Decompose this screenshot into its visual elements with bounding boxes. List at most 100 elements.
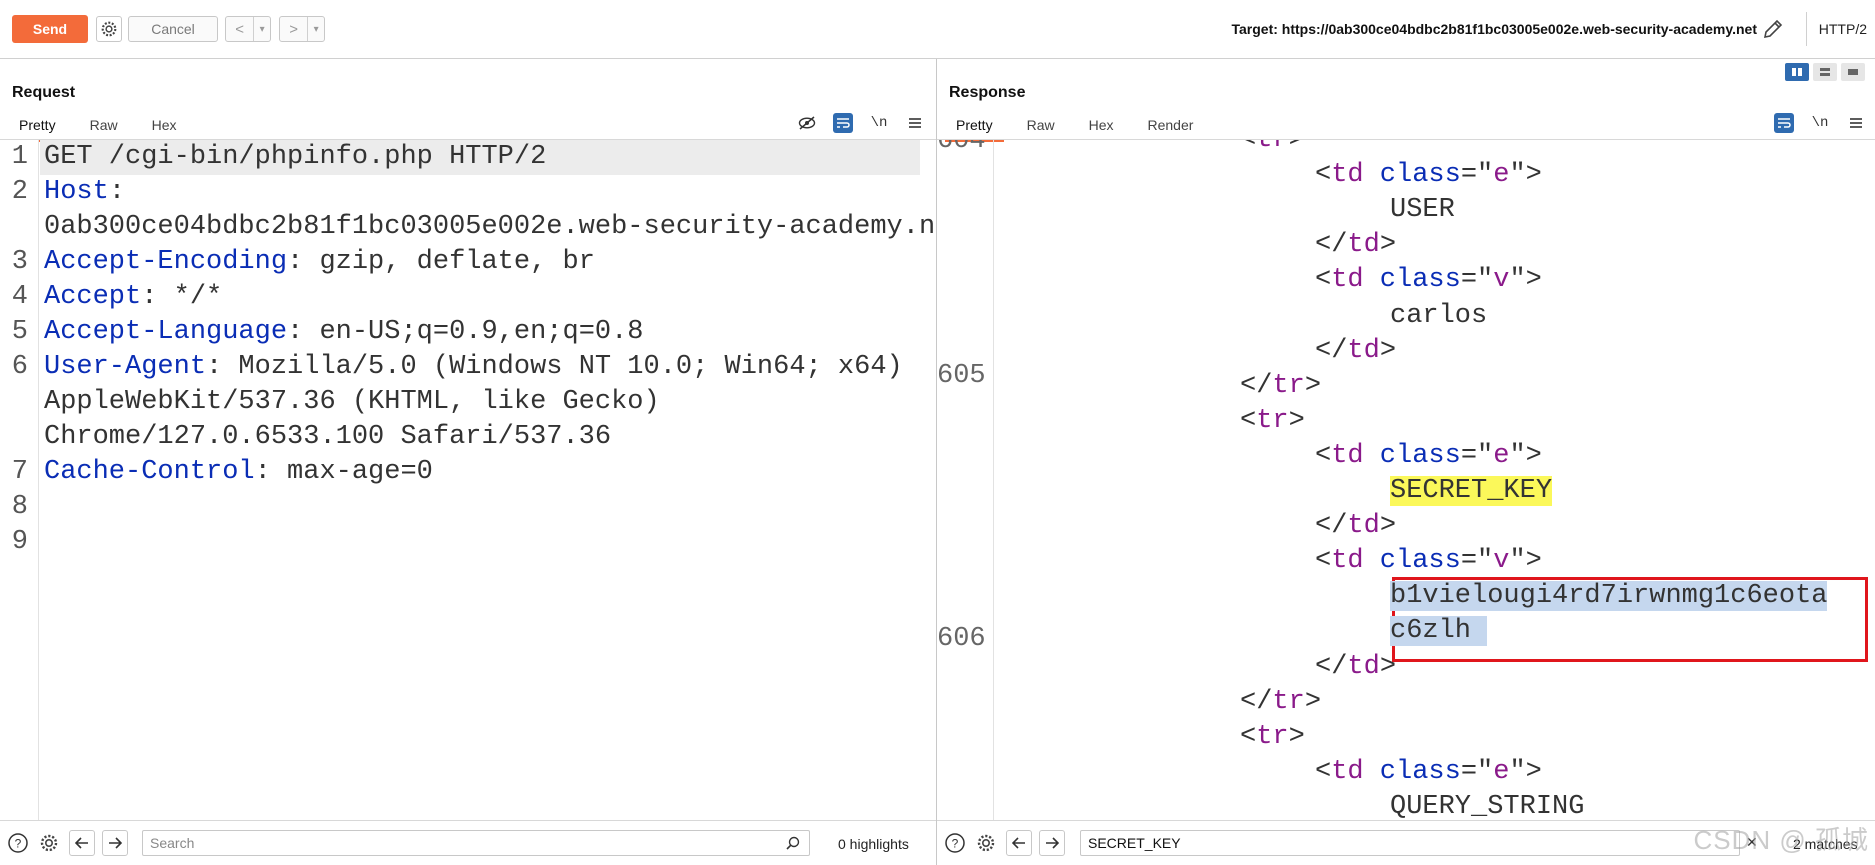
- response-editor[interactable]: 604 605 606 <tr> <td class="e"> USER </td> <…: [937, 140, 1875, 821]
- code-token: </: [1315, 230, 1348, 261]
- forward-nav-group: > ▾: [279, 16, 325, 42]
- next-match-button[interactable]: [102, 830, 128, 856]
- code-line: <td class="v">: [1315, 544, 1542, 579]
- settings-gear-button[interactable]: [96, 16, 122, 42]
- back-button[interactable]: <: [226, 17, 255, 41]
- code-line: Accept-Encoding: gzip, deflate, br: [44, 245, 595, 280]
- code-token: class: [1363, 440, 1461, 471]
- hide-eye-icon[interactable]: [797, 113, 817, 133]
- forward-button[interactable]: >: [280, 17, 309, 41]
- layout-tabs-icon[interactable]: [1841, 63, 1865, 81]
- request-gutter: 1 2 3 4 5 6 7 8 9: [0, 140, 39, 821]
- previous-match-button[interactable]: [69, 830, 95, 856]
- layout-side-by-side-icon[interactable]: [1785, 63, 1809, 81]
- wrap-lines-icon[interactable]: [833, 113, 853, 133]
- code-token: >: [1379, 230, 1397, 261]
- code-token: =": [1460, 756, 1494, 787]
- code-token: carlos: [1390, 300, 1488, 331]
- layout-stacked-icon[interactable]: [1813, 63, 1837, 81]
- header-name: Accept-Language: [44, 317, 288, 347]
- next-match-button[interactable]: [1039, 830, 1065, 856]
- cancel-button[interactable]: Cancel: [128, 16, 218, 42]
- edit-target-pencil-icon[interactable]: [1761, 17, 1785, 41]
- code-token: <: [1240, 405, 1257, 436]
- code-text: : Mozilla/5.0 (Windows NT 10.0; Win64; x…: [206, 352, 903, 382]
- code-token: td: [1347, 511, 1380, 542]
- request-tab-hex[interactable]: Hex: [141, 111, 188, 142]
- request-tab-raw[interactable]: Raw: [79, 111, 129, 142]
- code-token: >: [1379, 511, 1397, 542]
- forward-history-dropdown-icon[interactable]: ▾: [308, 17, 324, 41]
- http-protocol-label[interactable]: HTTP/2: [1819, 21, 1867, 37]
- watermark: CSDN @ 孤城: [1693, 825, 1869, 855]
- highlights-count: 0 highlights: [838, 836, 909, 852]
- code-line: </td>: [1315, 509, 1396, 544]
- code-line: Chrome/127.0.6533.100 Safari/537.36: [44, 420, 611, 455]
- code-line: GET /cgi-bin/phpinfo.php HTTP/2: [40, 140, 920, 175]
- code-token: v: [1493, 265, 1510, 296]
- search-settings-gear-icon[interactable]: [974, 831, 998, 855]
- code-token: td: [1331, 440, 1364, 471]
- request-editor[interactable]: 1 2 3 4 5 6 7 8 9 GET /cgi-bin/phpinfo.php HTTP/…: [0, 140, 936, 821]
- menu-icon[interactable]: [1846, 113, 1866, 133]
- code-token: <: [1315, 440, 1332, 471]
- code-token: <: [1315, 546, 1332, 577]
- response-tabs: Pretty Raw Hex Render: [945, 111, 1216, 142]
- code-token: e: [1493, 160, 1510, 191]
- code-token: >: [1288, 140, 1305, 155]
- wrap-lines-icon[interactable]: [1774, 113, 1794, 133]
- header-name: Accept: [44, 282, 142, 312]
- response-tab-raw[interactable]: Raw: [1016, 111, 1066, 142]
- code-line: </tr>: [1240, 685, 1321, 720]
- code-token: class: [1363, 265, 1461, 296]
- help-icon[interactable]: ?: [6, 831, 30, 855]
- svg-text:?: ?: [952, 837, 959, 851]
- search-icon[interactable]: [786, 836, 800, 850]
- search-match-highlight: SECRET_KEY: [1390, 476, 1553, 506]
- response-tab-hex[interactable]: Hex: [1078, 111, 1125, 142]
- code-text: Chrome/127.0.6533.100 Safari/537.36: [44, 422, 612, 452]
- code-line: <td class="v">: [1315, 263, 1542, 298]
- help-icon[interactable]: ?: [943, 831, 967, 855]
- line-number: 4: [11, 282, 28, 312]
- code-text: GET /cgi-bin/phpinfo.php HTTP/2: [44, 142, 547, 172]
- code-text: : */*: [141, 282, 223, 312]
- code-token: class: [1363, 546, 1461, 577]
- back-history-dropdown-icon[interactable]: ▾: [254, 17, 270, 41]
- search-settings-gear-icon[interactable]: [37, 831, 61, 855]
- code-token: td: [1331, 546, 1364, 577]
- previous-match-button[interactable]: [1006, 830, 1032, 856]
- header-name: Cache-Control: [44, 457, 255, 487]
- code-line: Host:: [44, 175, 125, 210]
- response-tab-render[interactable]: Render: [1137, 111, 1205, 142]
- response-search-input[interactable]: SECRET_KEY: [1080, 830, 1740, 856]
- code-line: </td>: [1315, 228, 1396, 263]
- request-search-input[interactable]: Search: [142, 830, 810, 856]
- code-line: b1vielougi4rd7irwnmg1c6eota: [1390, 579, 1828, 614]
- code-token: =": [1460, 440, 1494, 471]
- code-line: carlos: [1390, 299, 1487, 334]
- response-tab-pretty[interactable]: Pretty: [945, 111, 1004, 142]
- newline-toggle[interactable]: \n: [869, 113, 889, 133]
- code-text: 0ab300ce04bdbc2b81f1bc03005e002e.web-sec…: [44, 212, 936, 242]
- code-token: e: [1493, 440, 1510, 471]
- code-line: Cache-Control: max-age=0: [44, 455, 433, 490]
- code-token: </: [1315, 335, 1348, 366]
- code-line: </td>: [1315, 334, 1396, 369]
- menu-icon[interactable]: [905, 113, 925, 133]
- request-tab-pretty[interactable]: Pretty: [8, 111, 67, 142]
- code-line: 0ab300ce04bdbc2b81f1bc03005e002e.web-sec…: [44, 210, 936, 245]
- line-number: 606: [937, 624, 986, 654]
- newline-toggle[interactable]: \n: [1810, 113, 1830, 133]
- line-number: 605: [937, 361, 986, 391]
- header-name: Accept-Encoding: [44, 247, 288, 277]
- code-token: tr: [1256, 140, 1289, 155]
- code-line: <tr>: [1240, 720, 1305, 755]
- code-token: =": [1460, 265, 1494, 296]
- send-button[interactable]: Send: [12, 15, 88, 43]
- code-token: td: [1347, 651, 1380, 682]
- back-nav-group: < ▾: [225, 16, 271, 42]
- code-token: >: [1304, 370, 1322, 401]
- header-name: User-Agent: [44, 352, 207, 382]
- code-line: <td class="e">: [1315, 158, 1542, 193]
